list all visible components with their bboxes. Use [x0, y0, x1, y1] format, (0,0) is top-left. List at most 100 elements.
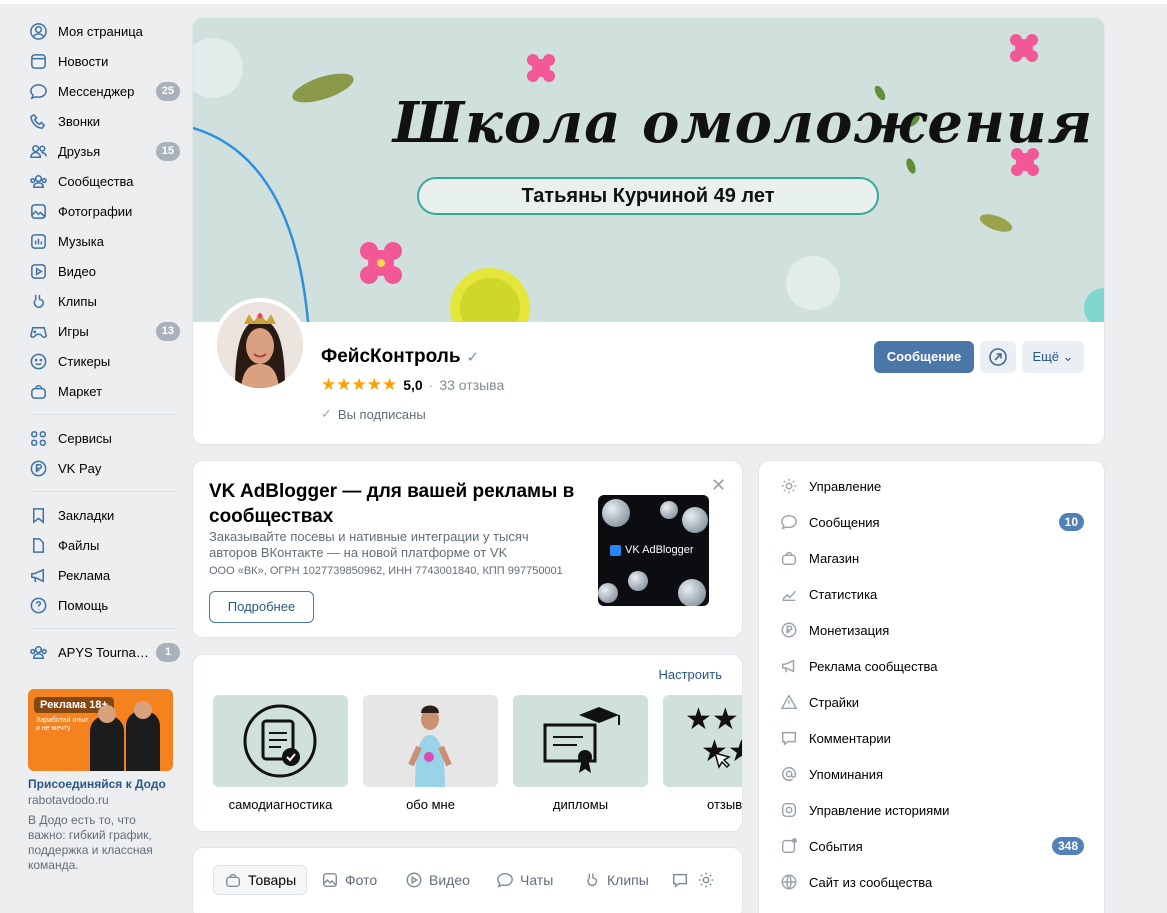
tab-video[interactable]: Видео	[395, 865, 480, 895]
sidebar-item-clips[interactable]: Клипы	[20, 286, 182, 316]
menu-item-mentions[interactable]: Упоминания	[779, 759, 1084, 789]
sidebar-item-ads[interactable]: Реклама	[20, 560, 182, 590]
avatar[interactable]	[213, 298, 307, 392]
menu-item-monetization[interactable]: Монетизация	[779, 615, 1084, 645]
promo-brand: VK AdBlogger	[610, 544, 694, 556]
menu-item-label: События	[809, 838, 863, 854]
megaphone-icon	[28, 565, 48, 585]
vk-logo-icon	[610, 544, 621, 556]
highlights-section: Настроить самодиагностика обо мне диплом…	[193, 655, 742, 831]
avatar-image	[217, 302, 303, 388]
sidebar-item-bookmarks[interactable]: Закладки	[20, 500, 182, 530]
ad-image[interactable]: Реклама 18+ Заработай опыт и не мечту	[28, 689, 173, 771]
promo-card: VK AdBlogger — для вашей рекламы в сообщ…	[193, 461, 742, 637]
tab-goods[interactable]: Товары	[213, 865, 308, 895]
avatar-portrait	[217, 302, 303, 388]
communities-icon	[28, 642, 48, 662]
counter-badge: 1	[156, 642, 180, 662]
diploma-icon	[543, 707, 620, 773]
subscription-status[interactable]: ✓ Вы подписаны	[321, 406, 426, 422]
cover-image: Школа омоложения Татьяны Курчиной 49 лет	[193, 18, 1104, 322]
highlight-thumb: ★★ ★★	[663, 695, 742, 787]
tab-photo[interactable]: Фото	[311, 865, 387, 895]
sidebar-item-news[interactable]: Новости	[20, 46, 182, 76]
rating-score: 5,0	[403, 377, 423, 393]
sidebar-item-vkpay[interactable]: VK Pay	[20, 453, 182, 483]
sidebar-item-stickers[interactable]: Стикеры	[20, 346, 182, 376]
menu-item-label: Статистика	[809, 586, 878, 602]
sidebar-item-label: VK Pay	[58, 460, 102, 476]
at-icon	[779, 764, 799, 784]
details-button[interactable]: Подробнее	[209, 591, 314, 623]
sidebar-item-label: Помощь	[58, 597, 109, 613]
sidebar-item-files[interactable]: Файлы	[20, 530, 182, 560]
menu-item-label: Управление	[809, 478, 882, 494]
sidebar-item-calls[interactable]: Звонки	[20, 106, 182, 136]
tab-comments[interactable]	[667, 865, 693, 895]
sidebar-item-photos[interactable]: Фотографии	[20, 196, 182, 226]
menu-item-community-ads[interactable]: Реклама сообщества	[779, 651, 1084, 681]
verified-icon: ✓	[466, 349, 480, 366]
highlight-item[interactable]: самодиагностика	[213, 695, 348, 812]
menu-item-statistics[interactable]: Статистика	[779, 579, 1084, 609]
community-name: ФейсКонтроль ✓	[321, 346, 479, 368]
menu-item-events[interactable]: События 348	[779, 831, 1084, 861]
profile-info: ФейсКонтроль ✓ ★★★★★ 5,0 · 33 отзыва ✓ Вы …	[193, 298, 1104, 444]
highlight-thumb	[363, 695, 498, 787]
user-circle-icon	[28, 21, 48, 41]
sidebar-item-friends[interactable]: Друзья 15	[20, 136, 182, 166]
menu-item-messages[interactable]: Сообщения 10	[779, 507, 1084, 537]
comment-icon	[779, 728, 799, 748]
close-icon[interactable]: ✕	[711, 475, 726, 496]
photo-icon	[28, 201, 48, 221]
sidebar-item-market[interactable]: Маркет	[20, 376, 182, 406]
sidebar-item-music[interactable]: Музыка	[20, 226, 182, 256]
tab-label: Видео	[429, 872, 470, 888]
sidebar-item-communities[interactable]: Сообщества	[20, 166, 182, 196]
menu-item-website[interactable]: Сайт из сообщества	[779, 867, 1084, 897]
reviews-count[interactable]: 33 отзыва	[439, 377, 504, 393]
menu-item-stories[interactable]: Управление историями	[779, 795, 1084, 825]
highlight-item[interactable]: ★★ ★★ отзыв	[663, 695, 742, 812]
menu-item-label: Управление историями	[809, 802, 950, 818]
sidebar-item-games[interactable]: Игры 13	[20, 316, 182, 346]
sidebar-ad[interactable]: Реклама 18+ Заработай опыт и не мечту Пр…	[20, 689, 182, 873]
divider	[30, 628, 176, 629]
ad-title[interactable]: Присоединяйся к Додо	[28, 777, 182, 791]
tab-settings[interactable]	[693, 865, 719, 895]
tab-clips[interactable]: Клипы	[573, 865, 659, 895]
ad-url[interactable]: rabotavdodo.ru	[28, 793, 182, 807]
highlight-thumb	[213, 695, 348, 787]
promo-title: VK AdBlogger — для вашей рекламы в сообщ…	[209, 481, 575, 527]
rating[interactable]: ★★★★★ 5,0 · 33 отзыва	[321, 375, 504, 395]
promo-legal: ООО «ВК», ОГРН 1027739850962, ИНН 774300…	[209, 565, 563, 577]
sidebar-item-video[interactable]: Видео	[20, 256, 182, 286]
highlight-item[interactable]: обо мне	[363, 695, 498, 812]
sidebar-item-help[interactable]: Помощь	[20, 590, 182, 620]
menu-item-label: Монетизация	[809, 622, 890, 638]
sidebar-item-services[interactable]: Сервисы	[20, 423, 182, 453]
configure-link[interactable]: Настроить	[658, 667, 722, 682]
sidebar-item-label: Закладки	[58, 507, 115, 523]
menu-item-shop[interactable]: Магазин	[779, 543, 1084, 573]
sidebar-item-my-page[interactable]: Моя страница	[20, 16, 182, 46]
menu-item-comments[interactable]: Комментарии	[779, 723, 1084, 753]
menu-item-label: Упоминания	[809, 766, 884, 782]
share-button[interactable]	[980, 341, 1016, 373]
video-icon	[406, 872, 422, 888]
promo-image[interactable]: VK AdBlogger	[598, 495, 709, 606]
comment-icon	[672, 873, 688, 888]
sidebar-item-community-apys[interactable]: APYS Tournam... 1	[20, 637, 182, 667]
more-button[interactable]: Ещё ⌄	[1022, 341, 1084, 373]
menu-item-label: Страйки	[809, 694, 860, 710]
sidebar-item-messenger[interactable]: Мессенджер 25	[20, 76, 182, 106]
menu-item-label: Комментарии	[809, 730, 891, 746]
events-icon	[779, 836, 799, 856]
menu-item-manage[interactable]: Управление	[779, 471, 1084, 501]
message-button[interactable]: Сообщение	[874, 341, 974, 373]
menu-item-strikes[interactable]: Страйки	[779, 687, 1084, 717]
message-icon	[28, 81, 48, 101]
tab-chats[interactable]: Чаты	[486, 865, 563, 895]
highlight-item[interactable]: дипломы	[513, 695, 648, 812]
services-icon	[28, 428, 48, 448]
